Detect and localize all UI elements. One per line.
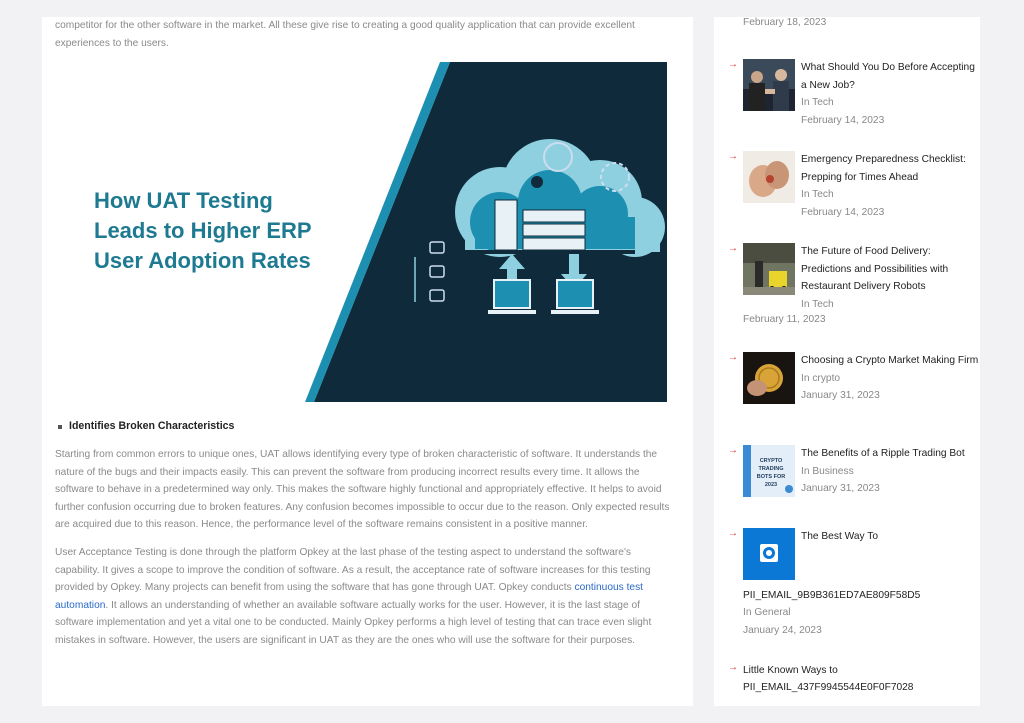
paragraph-text-after: . It allows an understanding of whether … <box>55 599 652 646</box>
post-category[interactable]: In crypto <box>801 370 980 388</box>
post-title-link[interactable]: The Future of Food Delivery: Predictions… <box>801 243 980 296</box>
article-intro: competitor for the other software in the… <box>55 20 635 49</box>
post-date: January 31, 2023 <box>801 390 880 401</box>
arrow-right-icon: → <box>728 528 738 539</box>
article-paragraph-1: Starting from common errors to unique on… <box>55 449 670 531</box>
post-date: February 18, 2023 <box>743 17 827 28</box>
arrow-right-icon: → <box>728 59 738 70</box>
article-hero-image: How UAT Testing Leads to Higher ERP User… <box>55 62 667 402</box>
arrow-right-icon: → <box>728 662 738 673</box>
post-date: January 31, 2023 <box>801 483 880 494</box>
sidebar-recent-posts: February 18, 2023 → What Should You Do B… <box>714 17 980 706</box>
post-category[interactable]: In Tech <box>801 296 980 314</box>
section-bullet-heading: Identifies Broken Characteristics <box>55 420 234 432</box>
arrow-right-icon: → <box>728 151 738 162</box>
post-thumbnail[interactable] <box>743 352 795 404</box>
post-thumbnail[interactable] <box>743 151 795 203</box>
arrow-right-icon: → <box>728 243 738 254</box>
post-thumbnail[interactable] <box>743 243 795 295</box>
post-category[interactable]: In Business <box>801 463 980 481</box>
post-title-link[interactable]: Little Known Ways to <box>743 662 838 680</box>
post-date: January 24, 2023 <box>743 625 822 636</box>
post-date: February 11, 2023 <box>743 314 826 325</box>
post-category[interactable]: In Tech <box>801 186 980 204</box>
post-title-link[interactable]: The Best Way To <box>801 528 980 546</box>
post-title-link[interactable]: Choosing a Crypto Market Making Firm <box>801 352 980 370</box>
paragraph-text: User Acceptance Testing is done through … <box>55 547 651 594</box>
arrow-right-icon: → <box>728 352 738 363</box>
hero-title-line-2: Leads to Higher ERP <box>94 218 312 243</box>
hero-title-line-1: How UAT Testing <box>94 188 273 213</box>
hero-title: How UAT Testing Leads to Higher ERP User… <box>94 186 312 276</box>
outlook-logo-thumbnail[interactable] <box>743 528 795 580</box>
post-thumbnail[interactable] <box>743 59 795 111</box>
article-column: competitor for the other software in the… <box>42 17 693 706</box>
post-date: February 14, 2023 <box>801 206 885 218</box>
post-thumbnail[interactable]: CRYPTO TRADING BOTS FOR 2023 <box>743 445 795 497</box>
post-category[interactable]: In Tech <box>801 94 980 112</box>
post-title-link[interactable]: What Should You Do Before Accepting a Ne… <box>801 59 980 94</box>
post-date: February 14, 2023 <box>801 114 885 126</box>
thumbnail-caption: CRYPTO TRADING BOTS FOR 2023 <box>756 458 786 488</box>
arrow-right-icon: → <box>728 445 738 456</box>
post-title-link[interactable]: Emergency Preparedness Checklist: Preppi… <box>801 151 980 186</box>
post-title-link[interactable]: The Benefits of a Ripple Trading Bot <box>801 445 980 463</box>
post-title-continued[interactable]: PII_EMAIL_437F9945544E0F0F7028 <box>743 679 913 697</box>
article-paragraph-2: User Acceptance Testing is done through … <box>55 544 677 650</box>
post-category[interactable]: In General <box>743 604 791 622</box>
post-title-continued[interactable]: PII_EMAIL_9B9B361ED7AE809F58D5 <box>743 587 920 605</box>
hero-title-line-3: User Adoption Rates <box>94 248 311 273</box>
